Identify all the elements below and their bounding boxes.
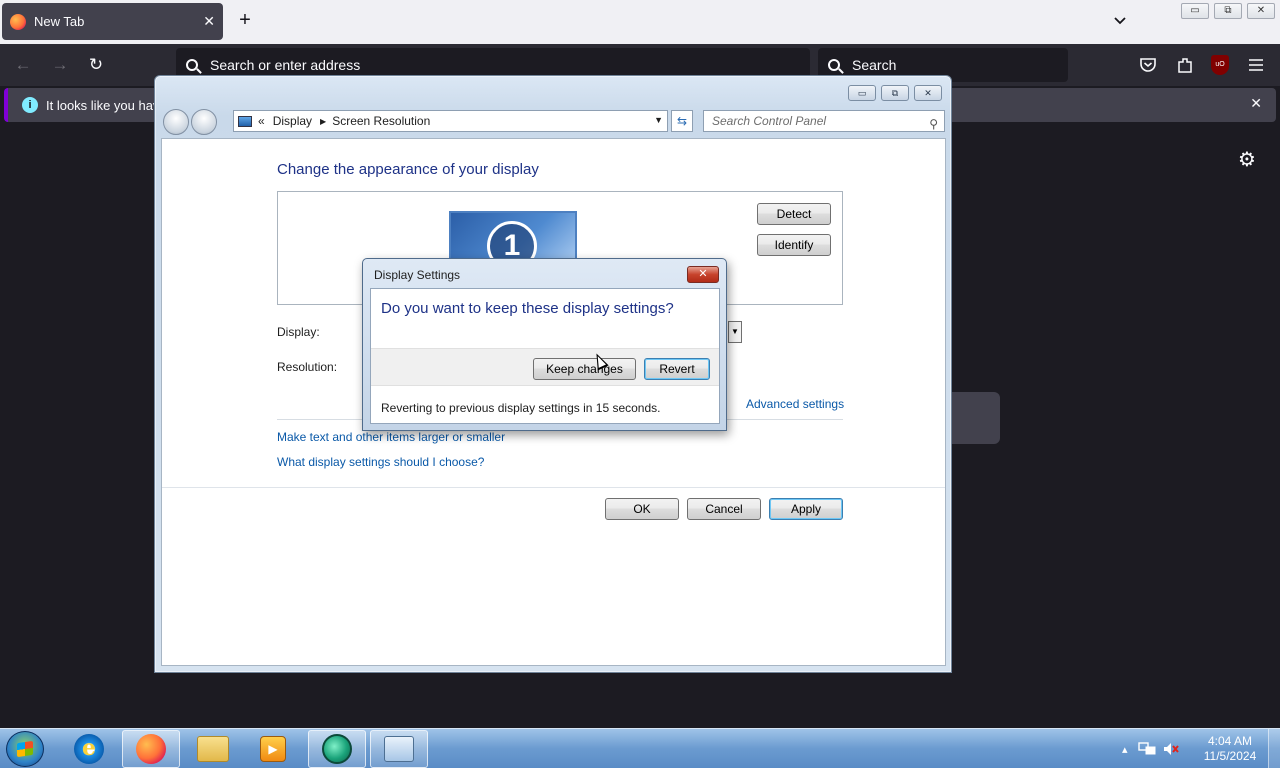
keep-changes-button[interactable]: Keep changes [533, 358, 636, 380]
back-button[interactable] [163, 109, 189, 135]
advanced-settings-link[interactable]: Advanced settings [746, 397, 844, 411]
text-size-link[interactable]: Make text and other items larger or smal… [277, 430, 505, 444]
taskbar-internet-explorer[interactable]: e [60, 730, 118, 768]
forward-arrow-icon[interactable]: → [49, 54, 71, 76]
list-all-tabs-icon[interactable] [1112, 12, 1128, 28]
dialog-body: Do you want to keep these display settin… [370, 288, 720, 424]
apply-button[interactable]: Apply [769, 498, 843, 520]
window-close-button[interactable]: ✕ [1247, 3, 1275, 19]
cancel-button[interactable]: Cancel [687, 498, 761, 520]
url-placeholder: Search or enter address [210, 57, 361, 73]
ok-button[interactable]: OK [605, 498, 679, 520]
show-desktop-button[interactable] [1268, 729, 1280, 768]
cp-maximize-button[interactable]: ⧉ [881, 85, 909, 101]
taskbar-firefox[interactable] [122, 730, 180, 768]
countdown-status-text: Reverting to previous display settings i… [381, 401, 661, 415]
address-bar[interactable]: « Display ▶ Screen Resolution ▼ [233, 110, 668, 132]
show-hidden-icons-icon[interactable]: ▴ [1122, 743, 1128, 756]
taskbar-file-explorer[interactable] [184, 730, 242, 768]
chevron-down-icon[interactable]: ▼ [654, 115, 663, 125]
extensions-icon[interactable] [1176, 56, 1194, 74]
dialog-title: Display Settings [374, 268, 461, 282]
display-help-link[interactable]: What display settings should I choose? [277, 455, 484, 469]
browser-tab-strip: New Tab ✕ + ▭ ⧉ ✕ [0, 0, 1280, 44]
breadcrumb-display[interactable]: Display [273, 114, 312, 128]
tab-new-tab[interactable]: New Tab ✕ [2, 3, 223, 40]
display-dropdown-arrow-icon[interactable]: ▼ [728, 321, 742, 343]
divider [162, 487, 945, 488]
ublock-origin-icon[interactable]: uO [1211, 55, 1229, 75]
cp-close-button[interactable]: ✕ [914, 85, 942, 101]
taskbar-control-panel[interactable] [370, 730, 428, 768]
display-icon [238, 115, 252, 127]
firefox-icon [136, 734, 166, 764]
hamburger-menu-icon[interactable] [1248, 57, 1264, 73]
window-minimize-button[interactable]: ▭ [1181, 3, 1209, 19]
taskbar-app[interactable] [308, 730, 366, 768]
pocket-icon[interactable] [1139, 56, 1157, 74]
forward-button[interactable] [191, 109, 217, 135]
resolution-label: Resolution: [277, 360, 338, 374]
identify-button[interactable]: Identify [757, 234, 831, 256]
notification-text: It looks like you have [46, 97, 167, 113]
window-restore-button[interactable]: ⧉ [1214, 3, 1242, 19]
dialog-close-button[interactable]: ✕ [687, 266, 719, 283]
notification-close-icon[interactable]: ✕ [1250, 95, 1262, 112]
monitor-number: 1 [487, 221, 537, 259]
control-panel-icon [384, 736, 414, 762]
info-icon: i [22, 97, 38, 113]
search-placeholder: Search Control Panel [712, 114, 827, 128]
taskbar: e ▶ ▴ 4:04 AM 11/5/2024 [0, 728, 1280, 768]
breadcrumb-separator-icon[interactable]: ▶ [320, 117, 326, 126]
search-placeholder: Search [852, 57, 897, 73]
clock-time: 4:04 AM [1207, 734, 1253, 748]
monitor-1-icon[interactable]: 1 [449, 211, 577, 261]
clock-date: 11/5/2024 [1203, 749, 1257, 763]
search-icon [186, 59, 198, 71]
display-label: Display: [277, 325, 320, 339]
clock[interactable]: 4:04 AM 11/5/2024 [1196, 734, 1264, 764]
breadcrumb-prefix[interactable]: « [258, 114, 265, 128]
search-icon: ⚲ [929, 117, 938, 131]
search-control-panel-input[interactable]: Search Control Panel ⚲ [703, 110, 945, 132]
search-icon [828, 59, 840, 71]
tab-close-icon[interactable]: ✕ [203, 13, 215, 30]
firefox-icon [10, 13, 26, 30]
dialog-question: Do you want to keep these display settin… [381, 300, 674, 317]
page-title: Change the appearance of your display [277, 161, 539, 178]
new-tab-button[interactable]: + [234, 9, 256, 32]
reload-icon[interactable]: ↻ [85, 54, 107, 76]
display-settings-dialog: Display Settings ✕ Do you want to keep t… [362, 258, 727, 431]
detect-button[interactable]: Detect [757, 203, 831, 225]
volume-muted-icon[interactable] [1162, 741, 1180, 757]
network-icon[interactable] [1137, 741, 1156, 757]
refresh-icon[interactable]: ⇆ [671, 110, 693, 132]
dialog-button-band: Keep changes Revert [371, 348, 719, 386]
app-icon [322, 734, 352, 764]
media-player-icon: ▶ [260, 736, 286, 762]
system-tray: ▴ [1122, 729, 1180, 768]
back-arrow-icon[interactable]: ← [12, 54, 34, 76]
folder-icon [197, 736, 229, 762]
start-button[interactable] [6, 731, 44, 767]
gear-icon[interactable]: ⚙ [1238, 147, 1256, 172]
cp-minimize-button[interactable]: ▭ [848, 85, 876, 101]
tab-title: New Tab [34, 14, 85, 29]
revert-button[interactable]: Revert [644, 358, 710, 380]
internet-explorer-icon: e [74, 734, 104, 764]
taskbar-media-player[interactable]: ▶ [244, 730, 302, 768]
breadcrumb-screen-resolution[interactable]: Screen Resolution [332, 114, 430, 128]
